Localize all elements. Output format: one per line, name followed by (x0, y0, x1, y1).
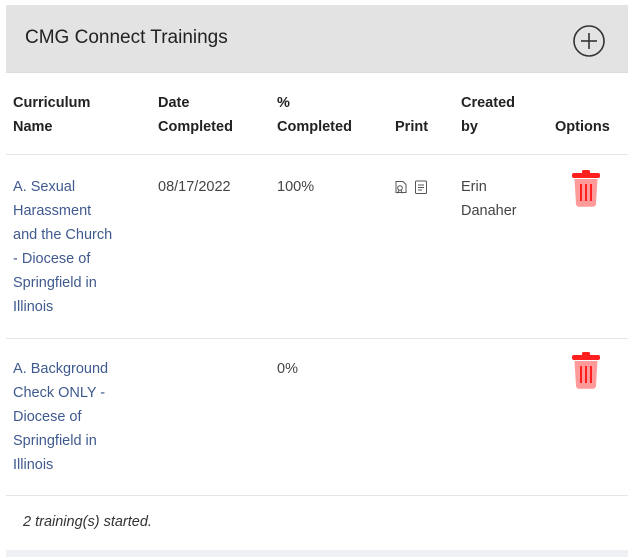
curriculum-name-line: Harassment (13, 203, 92, 219)
column-header-created-line2: by (461, 119, 478, 135)
column-header-percent-line2: Completed (277, 119, 352, 135)
column-header-curriculum-line2: Name (13, 119, 53, 135)
column-header-date-line1: Date (158, 95, 190, 111)
row-divider (6, 338, 628, 339)
column-header-created-by: Created by (461, 91, 515, 139)
trash-icon (572, 170, 600, 207)
panel-footer-strip (6, 550, 628, 557)
delete-training-button[interactable] (571, 351, 601, 389)
column-header-options-label: Options (555, 119, 610, 135)
row-divider (6, 495, 628, 496)
curriculum-name-line: A. Sexual (13, 179, 76, 195)
curriculum-name-line: Springfield in (13, 433, 97, 449)
created-by-line: Danaher (461, 203, 517, 219)
plus-circle-icon (573, 25, 605, 57)
trainings-panel: CMG Connect Trainings Curriculum Name Da… (6, 5, 628, 557)
curriculum-name-line: - Diocese of (13, 251, 91, 267)
column-header-curriculum-name: Curriculum Name (13, 91, 90, 139)
curriculum-name-line: Springfield in (13, 275, 97, 291)
column-header-percent-completed: % Completed (277, 91, 352, 139)
curriculum-name-line: Diocese of (13, 409, 82, 425)
column-header-curriculum-line1: Curriculum (13, 95, 91, 111)
delete-training-button[interactable] (571, 169, 601, 207)
certificate-icon[interactable] (393, 179, 409, 195)
curriculum-name-link[interactable]: A. Sexual Harassment and the Church - Di… (13, 175, 112, 319)
column-header-date-line2: Completed (158, 119, 233, 135)
created-by-line: Erin (461, 179, 487, 195)
percent-completed: 100% (277, 179, 315, 195)
column-header-print: Print (395, 115, 428, 139)
trash-icon (572, 352, 600, 389)
panel-header: CMG Connect Trainings (6, 5, 628, 73)
column-header-created-line1: Created (461, 95, 515, 111)
column-header-print-label: Print (395, 119, 429, 135)
column-header-date-completed: Date Completed (158, 91, 233, 139)
column-header-options: Options (555, 115, 610, 139)
percent-completed: 0% (277, 361, 298, 377)
date-completed: 08/17/2022 (158, 179, 231, 195)
created-by: Erin Danaher (461, 175, 517, 223)
curriculum-name-line: Check ONLY - (13, 385, 106, 401)
curriculum-name-line: Illinois (13, 299, 54, 315)
curriculum-name-link[interactable]: A. Background Check ONLY - Diocese of Sp… (13, 357, 108, 477)
curriculum-name-line: and the Church (13, 227, 113, 243)
document-icon[interactable] (413, 179, 429, 195)
header-divider (6, 154, 628, 155)
curriculum-name-line: Illinois (13, 457, 54, 473)
column-header-percent-line1: % (277, 95, 290, 111)
add-training-button[interactable] (572, 24, 606, 58)
curriculum-name-line: A. Background (13, 361, 109, 377)
panel-title: CMG Connect Trainings (25, 27, 228, 48)
print-icons (393, 179, 429, 195)
trainings-summary: 2 training(s) started. (23, 514, 152, 530)
